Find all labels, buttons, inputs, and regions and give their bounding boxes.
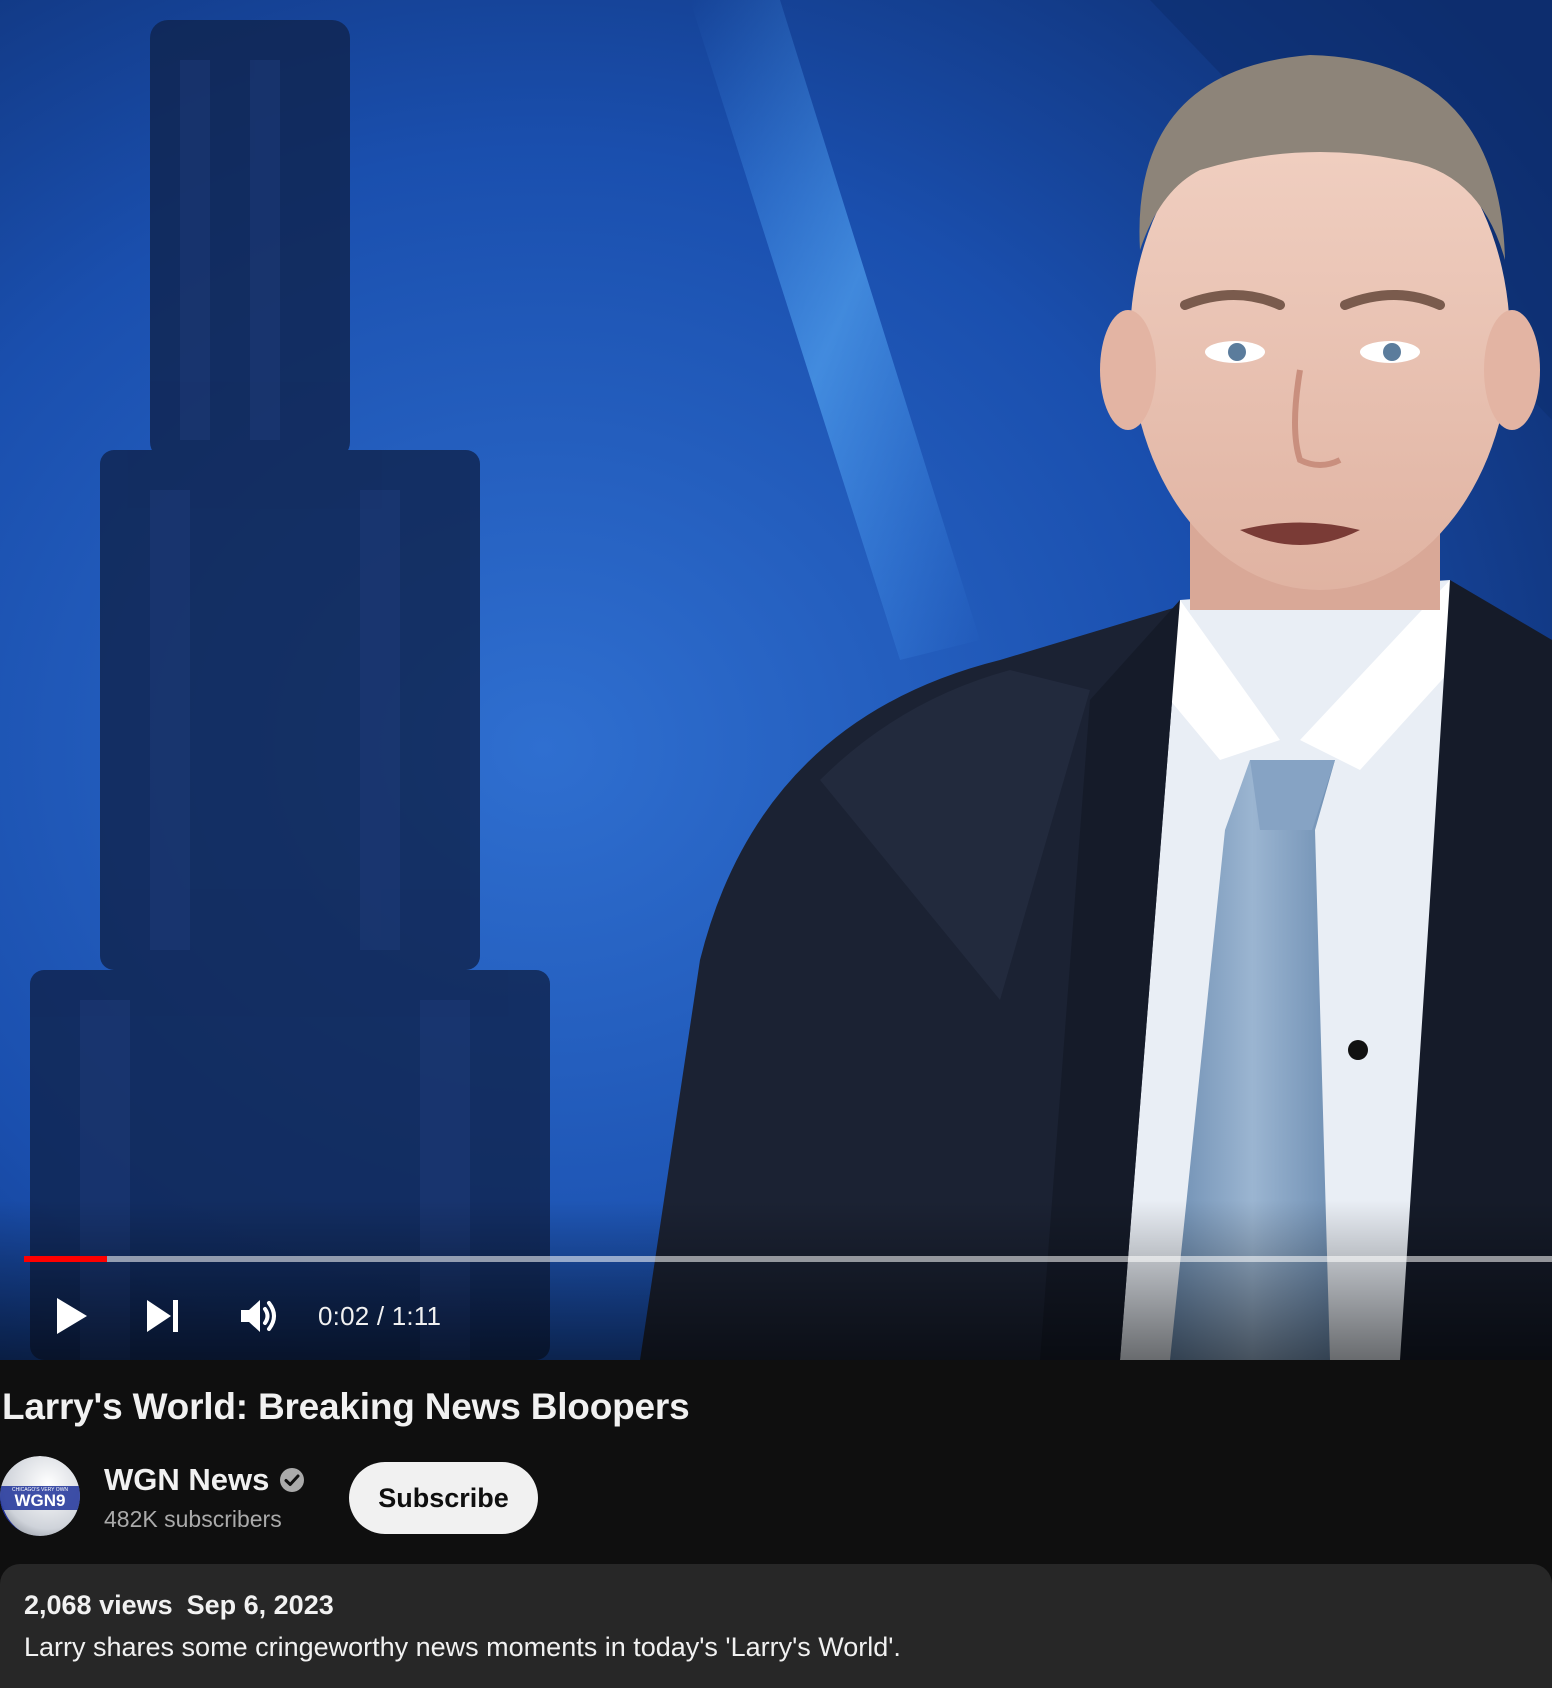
- play-icon: [57, 1298, 87, 1334]
- volume-button[interactable]: [232, 1290, 288, 1342]
- duration: 1:11: [391, 1301, 442, 1331]
- channel-avatar[interactable]: CHICAGO'S VERY OWN WGN9: [0, 1456, 80, 1536]
- subscriber-count: 482K subscribers: [104, 1506, 282, 1532]
- channel-name-link[interactable]: WGN News: [104, 1462, 305, 1498]
- upload-date: Sep 6, 2023: [186, 1590, 334, 1620]
- wgn-logo: CHICAGO'S VERY OWN WGN9: [0, 1456, 80, 1536]
- skip-next-icon: [147, 1300, 178, 1332]
- volume-icon: [241, 1300, 276, 1332]
- description-box[interactable]: 2,068 views Sep 6, 2023 Larry shares some…: [0, 1564, 1552, 1688]
- channel-row: CHICAGO'S VERY OWN WGN9 WGN News 482K su…: [0, 1456, 1552, 1536]
- youtube-watch-page: 0:02 / 1:11 Larry's World: Breaking News…: [0, 0, 1552, 1688]
- progress-played: [24, 1256, 107, 1262]
- video-player[interactable]: 0:02 / 1:11: [0, 0, 1552, 1360]
- next-button[interactable]: [138, 1290, 188, 1342]
- play-button[interactable]: [46, 1290, 96, 1342]
- description-meta: 2,068 views Sep 6, 2023: [24, 1590, 334, 1621]
- channel-name: WGN News: [104, 1462, 270, 1497]
- view-count: 2,068 views: [24, 1590, 173, 1620]
- subscribe-button[interactable]: Subscribe: [349, 1462, 538, 1534]
- time-display: 0:02 / 1:11: [318, 1294, 441, 1338]
- video-title: Larry's World: Breaking News Bloopers: [2, 1386, 690, 1427]
- verified-check-icon: [280, 1468, 305, 1492]
- progress-bar[interactable]: [24, 1256, 1552, 1262]
- time-separator: /: [369, 1301, 392, 1331]
- description-text: Larry shares some cringeworthy news mome…: [24, 1632, 901, 1662]
- current-time: 0:02: [318, 1301, 370, 1331]
- video-frame[interactable]: [0, 0, 1552, 1360]
- player-controls: 0:02 / 1:11: [0, 1230, 1552, 1360]
- avatar-wordmark: WGN9: [15, 1491, 66, 1510]
